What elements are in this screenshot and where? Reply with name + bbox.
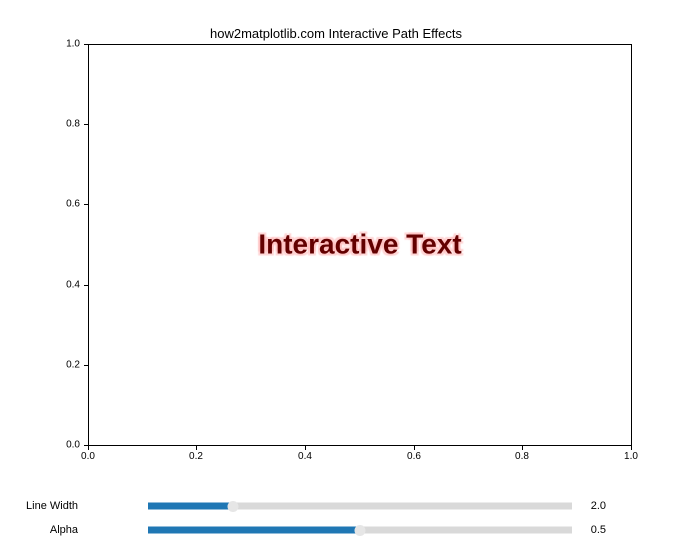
slider-track[interactable] <box>148 527 572 534</box>
x-tick-label: 0.2 <box>189 451 203 462</box>
y-tick-label: 1.0 <box>66 39 80 50</box>
y-tick-label: 0.8 <box>66 119 80 130</box>
x-tickmark <box>88 446 89 450</box>
y-tick-label: 0.6 <box>66 199 80 210</box>
slider-line-width[interactable]: Line Width 2.0 <box>88 498 632 514</box>
y-tickmark <box>84 44 88 45</box>
slider-label: Alpha <box>50 524 78 536</box>
y-tickmark <box>84 445 88 446</box>
slider-value: 2.0 <box>591 500 606 512</box>
slider-value: 0.5 <box>591 524 606 536</box>
x-tick-label: 0.4 <box>298 451 312 462</box>
y-tickmark <box>84 285 88 286</box>
slider-track[interactable] <box>148 503 572 510</box>
plot-axes: Interactive Text <box>88 44 632 446</box>
x-tick-label: 0.8 <box>515 451 529 462</box>
slider-fill <box>148 503 233 510</box>
x-tick-label: 1.0 <box>624 451 638 462</box>
y-tick-label: 0.4 <box>66 280 80 291</box>
slider-fill <box>148 527 360 534</box>
slider-handle[interactable] <box>227 501 238 512</box>
x-tick-label: 0.6 <box>407 451 421 462</box>
y-tickmark <box>84 204 88 205</box>
slider-handle[interactable] <box>355 525 366 536</box>
x-tickmark <box>631 446 632 450</box>
x-tickmark <box>522 446 523 450</box>
center-text: Interactive Text <box>258 228 461 260</box>
y-tickmark <box>84 365 88 366</box>
slider-label: Line Width <box>26 500 78 512</box>
y-tick-label: 0.0 <box>66 440 80 451</box>
x-tickmark <box>196 446 197 450</box>
x-tick-label: 0.0 <box>81 451 95 462</box>
chart-title: how2matplotlib.com Interactive Path Effe… <box>0 26 672 41</box>
y-tick-label: 0.2 <box>66 360 80 371</box>
y-tickmark <box>84 124 88 125</box>
slider-alpha[interactable]: Alpha 0.5 <box>88 522 632 538</box>
x-tickmark <box>305 446 306 450</box>
figure: how2matplotlib.com Interactive Path Effe… <box>0 0 700 560</box>
x-tickmark <box>414 446 415 450</box>
